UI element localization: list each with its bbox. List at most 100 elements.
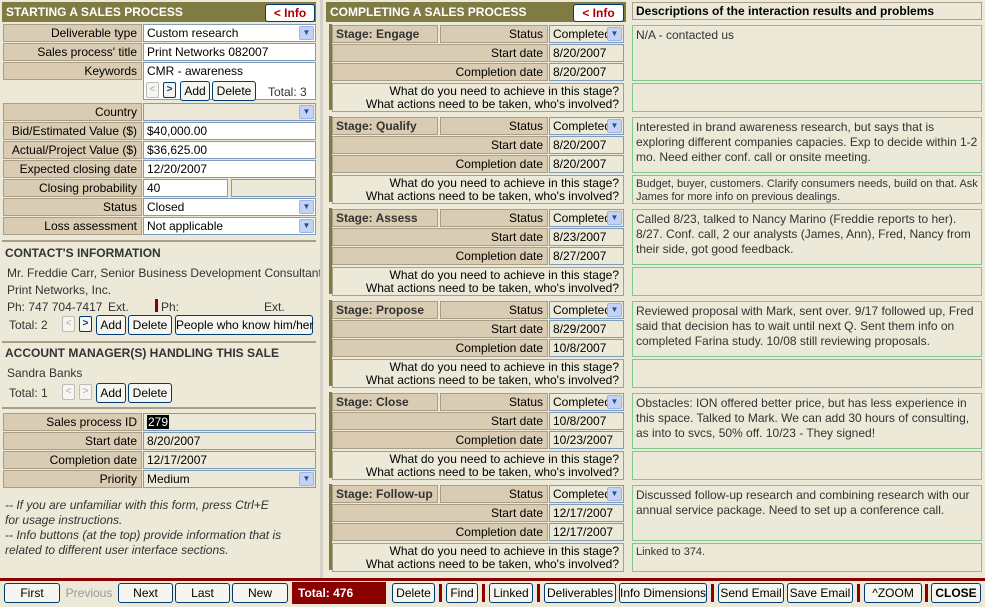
stage-answer[interactable]: Linked to 374. <box>632 543 982 572</box>
stage-start-field[interactable]: 8/20/2007 <box>549 44 624 62</box>
stage-description[interactable]: Obstacles: ION offered better price, but… <box>632 393 982 449</box>
note-line: -- If you are unfamiliar with this form,… <box>5 498 269 512</box>
stage-questions: What do you need to achieve in this stag… <box>332 175 624 204</box>
chevron-down-icon[interactable]: ▼ <box>607 27 622 41</box>
zoom-button[interactable]: ^ZOOM <box>864 583 922 603</box>
account-section-title: ACCOUNT MANAGER(S) HANDLING THIS SALE <box>5 346 279 360</box>
chevron-down-icon[interactable]: ▼ <box>607 395 622 409</box>
chevron-down-icon[interactable]: ▼ <box>299 26 314 40</box>
stage-completion-label: Completion date <box>332 247 548 265</box>
chevron-down-icon[interactable]: ▼ <box>299 472 314 486</box>
closing-date-input[interactable]: 12/20/2007 <box>143 160 316 178</box>
stage-status-select[interactable]: Completed ▼ <box>549 209 624 227</box>
new-button[interactable]: New <box>232 583 288 603</box>
stage-answer[interactable] <box>632 451 982 480</box>
process-id-field[interactable]: 279 <box>143 413 316 431</box>
chevron-down-icon[interactable]: ▼ <box>299 200 314 214</box>
left-info-button[interactable]: < Info <box>265 4 315 22</box>
stage-description[interactable]: Called 8/23, talked to Nancy Marino (Fre… <box>632 209 982 265</box>
stage-status-value: Completed <box>553 303 612 317</box>
stage-answer[interactable] <box>632 267 982 296</box>
previous-button[interactable]: Previous <box>62 583 116 603</box>
account-next-button[interactable]: > <box>79 384 92 400</box>
deliverable-type-label: Deliverable type <box>3 24 142 42</box>
contact-add-button[interactable]: Add <box>96 315 126 335</box>
last-button[interactable]: Last <box>175 583 230 603</box>
stage-status-select[interactable]: Completed ▼ <box>549 25 624 43</box>
loss-assessment-select[interactable]: Not applicable ▼ <box>143 217 316 235</box>
chevron-down-icon[interactable]: ▼ <box>607 487 622 501</box>
chevron-down-icon[interactable]: ▼ <box>299 219 314 233</box>
stage-completion-field[interactable]: 8/20/2007 <box>549 63 624 81</box>
stage-start-label: Start date <box>332 412 548 430</box>
deliverable-type-select[interactable]: Custom research ▼ <box>143 24 316 42</box>
send-email-button[interactable]: Send Email <box>718 583 784 603</box>
stage-status-select[interactable]: Completed ▼ <box>549 117 624 135</box>
chevron-down-icon[interactable]: ▼ <box>607 303 622 317</box>
deliverable-type-value: Custom research <box>147 26 239 40</box>
chevron-down-icon[interactable]: ▼ <box>607 119 622 133</box>
delete-button[interactable]: Delete <box>392 583 435 603</box>
chevron-down-icon[interactable]: ▼ <box>299 105 314 119</box>
first-button[interactable]: First <box>4 583 60 603</box>
contact-name: Mr. Freddie Carr, Senior Business Develo… <box>7 266 322 280</box>
stage-title: Stage: Propose <box>332 301 438 319</box>
status-label: Status <box>3 198 142 216</box>
people-who-know-button[interactable]: People who know him/her <box>175 315 313 335</box>
keywords-prev-button[interactable]: < <box>146 82 159 98</box>
next-button[interactable]: Next <box>118 583 173 603</box>
find-button[interactable]: Find <box>446 583 478 603</box>
stage-completion-field[interactable]: 8/20/2007 <box>549 155 624 173</box>
stage-completion-field[interactable]: 12/17/2007 <box>549 523 624 541</box>
actual-value-input[interactable]: $36,625.00 <box>143 141 316 159</box>
stage-answer[interactable]: Budget, buyer, customers. Clarify consum… <box>632 175 982 204</box>
keywords-add-button[interactable]: Add <box>180 81 210 101</box>
stage-start-field[interactable]: 8/29/2007 <box>549 320 624 338</box>
account-add-button[interactable]: Add <box>96 383 126 403</box>
center-info-button[interactable]: < Info <box>573 4 624 22</box>
stage-status-select[interactable]: Completed ▼ <box>549 301 624 319</box>
stage-start-field[interactable]: 12/17/2007 <box>549 504 624 522</box>
contact-next-button[interactable]: > <box>79 316 92 332</box>
country-select[interactable]: ▼ <box>143 103 316 121</box>
stage-questions: What do you need to achieve in this stag… <box>332 359 624 388</box>
contact-delete-button[interactable]: Delete <box>128 315 172 335</box>
account-delete-button[interactable]: Delete <box>128 383 172 403</box>
stage-answer[interactable] <box>632 359 982 388</box>
keywords-value: CMR - awareness <box>147 64 244 78</box>
stage-status-select[interactable]: Completed ▼ <box>549 485 624 503</box>
stage-start-field[interactable]: 10/8/2007 <box>549 412 624 430</box>
keywords-next-button[interactable]: > <box>163 82 176 98</box>
stage-description[interactable]: Interested in brand awareness research, … <box>632 117 982 173</box>
priority-select[interactable]: Medium ▼ <box>143 470 316 488</box>
sales-title-input[interactable]: Print Networks 082007 <box>143 43 316 61</box>
stage-completion-field[interactable]: 8/27/2007 <box>549 247 624 265</box>
deliverables-button[interactable]: Deliverables <box>544 583 616 603</box>
save-email-button[interactable]: Save Email <box>787 583 853 603</box>
divider <box>320 0 323 578</box>
status-select[interactable]: Closed ▼ <box>143 198 316 216</box>
stage-description[interactable]: N/A - contacted us <box>632 25 982 81</box>
stage-description[interactable]: Discussed follow-up research and combini… <box>632 485 982 541</box>
contact-prev-button[interactable]: < <box>62 316 75 332</box>
probability-label: Closing probability <box>3 179 142 197</box>
info-dimensions-button[interactable]: Info Dimensions <box>619 583 707 603</box>
probability-input[interactable]: 40 <box>143 179 228 197</box>
stage-completion-field[interactable]: 10/8/2007 <box>549 339 624 357</box>
account-prev-button[interactable]: < <box>62 384 75 400</box>
stage-questions: What do you need to achieve in this stag… <box>332 83 624 112</box>
stage-questions: What do you need to achieve in this stag… <box>332 267 624 296</box>
keywords-delete-button[interactable]: Delete <box>212 81 256 101</box>
linked-button[interactable]: Linked <box>489 583 533 603</box>
stage-completion-label: Completion date <box>332 155 548 173</box>
stage-description[interactable]: Reviewed proposal with Mark, sent over. … <box>632 301 982 357</box>
stage-status-select[interactable]: Completed ▼ <box>549 393 624 411</box>
chevron-down-icon[interactable]: ▼ <box>607 211 622 225</box>
bid-value-input[interactable]: $40,000.00 <box>143 122 316 140</box>
stage-start-field[interactable]: 8/23/2007 <box>549 228 624 246</box>
stage-completion-field[interactable]: 10/23/2007 <box>549 431 624 449</box>
close-button[interactable]: CLOSE <box>931 583 981 603</box>
stage-answer[interactable] <box>632 83 982 112</box>
divider <box>857 584 860 602</box>
stage-start-field[interactable]: 8/20/2007 <box>549 136 624 154</box>
